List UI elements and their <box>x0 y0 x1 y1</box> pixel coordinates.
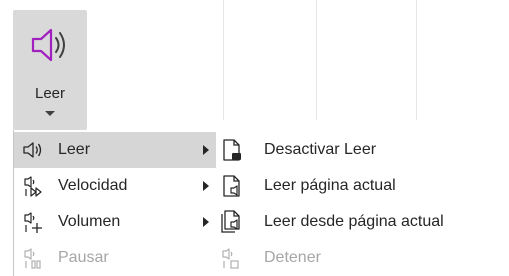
chevron-right-icon <box>203 217 209 227</box>
read-page-icon <box>223 175 240 197</box>
speaker-icon <box>23 142 42 158</box>
read-aloud-label: Leer <box>34 85 66 102</box>
speaker-icon <box>31 28 65 62</box>
menu-item-label: Pausar <box>58 249 109 266</box>
menu-item-velocidad[interactable]: Velocidad <box>14 168 217 204</box>
submenu-item-label: Leer página actual <box>264 177 396 194</box>
grid-line <box>416 0 417 120</box>
submenu-item-label: Desactivar Leer <box>264 141 377 158</box>
pause-icon <box>24 248 41 269</box>
stop-reading-icon <box>223 139 241 161</box>
submenu-item-leer-desde-pagina-actual[interactable]: Leer desde página actual <box>216 204 509 240</box>
menu-item-volumen[interactable]: Volumen <box>14 204 217 240</box>
read-submenu: Desactivar Leer Leer página actual Leer … <box>216 130 509 276</box>
menu-item-label: Velocidad <box>58 177 128 194</box>
volume-icon <box>24 212 42 233</box>
stop-icon <box>222 248 239 269</box>
menu-item-pausar[interactable]: Pausar <box>14 240 217 276</box>
submenu-item-label: Detener <box>264 249 321 266</box>
chevron-right-icon <box>203 145 209 155</box>
read-menu: Leer Velocidad Volumen Pausar <box>13 130 218 276</box>
speed-icon <box>24 176 42 197</box>
submenu-item-detener[interactable]: Detener <box>216 240 509 276</box>
submenu-item-desactivar-leer[interactable]: Desactivar Leer <box>216 132 509 168</box>
submenu-item-leer-pagina-actual[interactable]: Leer página actual <box>216 168 509 204</box>
chevron-down-icon <box>45 111 55 116</box>
menu-item-label: Volumen <box>58 213 121 230</box>
read-aloud-button[interactable]: Leer <box>13 10 87 130</box>
submenu-item-label: Leer desde página actual <box>264 213 444 230</box>
menu-item-leer[interactable]: Leer <box>14 132 217 168</box>
menu-item-label: Leer <box>58 141 91 158</box>
grid-line <box>223 0 224 120</box>
read-from-page-icon <box>221 210 240 233</box>
grid-line <box>316 0 317 120</box>
chevron-right-icon <box>203 181 209 191</box>
